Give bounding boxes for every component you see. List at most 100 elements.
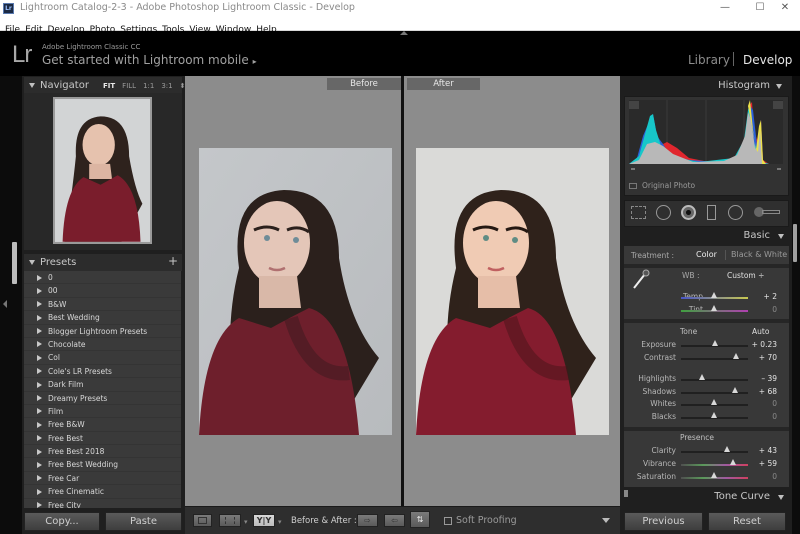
preset-folder[interactable]: Blogger Lightroom Presets [24,325,181,338]
blacks-value[interactable]: 0 [737,412,777,421]
preset-folder[interactable]: Chocolate [24,338,181,352]
expand-arrow-icon [37,395,42,402]
top-panel-toggle-icon[interactable] [400,31,408,35]
red-eye-tool-icon[interactable] [681,205,696,220]
histogram-title[interactable]: Histogram [680,80,770,91]
preset-folder[interactable]: 0 [24,271,181,285]
copy-settings-button[interactable]: Copy... [24,512,100,531]
minimize-button[interactable]: — [710,0,740,17]
preset-folder[interactable]: Free Cinematic [24,485,181,499]
treatment-bw-option[interactable]: Black & White [731,250,787,259]
white-balance-eyedropper-icon[interactable] [631,268,651,290]
exposure-slider-thumb[interactable] [712,340,719,346]
preset-folder[interactable]: Col [24,351,181,365]
left-panel-toggle-icon[interactable] [3,300,7,308]
add-preset-icon[interactable]: + [168,253,178,270]
whites-value[interactable]: 0 [737,399,777,408]
before-after-view-button[interactable] [219,514,241,527]
zoom-fill[interactable]: FILL [122,82,136,90]
original-photo-checkbox[interactable] [629,183,637,189]
after-photo[interactable] [416,148,609,435]
close-button[interactable]: ✕ [770,0,800,17]
preset-folder[interactable]: Free City [24,499,181,508]
preset-folder[interactable]: Free Best Wedding [24,458,181,472]
tone-label: Tone [680,327,698,336]
spot-removal-tool-icon[interactable] [656,205,671,220]
crop-overlay-tool-icon[interactable] [631,206,646,219]
exposure-value[interactable]: + 0.23 [737,340,777,349]
preset-folder[interactable]: Free Best [24,432,181,446]
presets-header[interactable]: Presets + [24,254,182,271]
radial-filter-tool-icon[interactable] [728,205,743,220]
module-develop[interactable]: Develop [743,53,792,67]
view-dropdown-icon[interactable]: ▾ [244,518,248,526]
preset-folder[interactable]: Free Best 2018 [24,445,181,459]
swap-before-after-button[interactable]: ⇅ [410,511,430,528]
yy-side-by-side-button[interactable]: Y|Y [253,514,275,527]
module-library[interactable]: Library [688,53,730,67]
loupe-view-button[interactable] [193,514,212,527]
highlight-clipping-icon[interactable] [773,101,783,109]
collapse-triangle-icon[interactable] [778,234,784,239]
preset-folder[interactable]: B&W [24,298,181,312]
tint-slider-thumb[interactable] [711,305,717,311]
yy-dropdown-icon[interactable]: ▾ [278,518,282,526]
window-titlebar: Lr Lightroom Catalog-2-3 - Adobe Photosh… [0,0,800,17]
before-photo[interactable] [199,148,392,435]
tone-curve-title[interactable]: Tone Curve [680,491,770,502]
clarity-slider-thumb[interactable] [724,446,731,452]
shadow-clipping-icon[interactable] [629,101,639,109]
toolbar-menu-icon[interactable] [602,518,610,523]
highlights-value[interactable]: – 39 [737,374,777,383]
previous-button[interactable]: Previous [624,512,703,531]
get-started-link[interactable]: Get started with Lightroom mobile ▸ [42,53,257,67]
preset-folder[interactable]: Free B&W [24,418,181,432]
saturation-value[interactable]: 0 [737,472,777,481]
contrast-value[interactable]: + 70 [737,353,777,362]
preset-folder[interactable]: Dreamy Presets [24,392,181,405]
collapse-triangle-icon[interactable] [778,495,784,500]
saturation-slider-thumb[interactable] [711,472,717,478]
left-panel-scrollbar[interactable] [12,242,17,284]
zoom-fit[interactable]: FIT [103,82,115,90]
vibrance-value[interactable]: + 59 [737,459,777,468]
copy-before-to-after-button[interactable]: ⇨ [357,514,378,527]
basic-title[interactable]: Basic [680,230,770,241]
wb-preset-dropdown[interactable]: Custom ÷ [727,271,764,280]
histogram-graph[interactable] [629,100,783,164]
preset-folder[interactable]: 00 [24,284,181,298]
reset-button[interactable]: Reset [708,512,786,531]
blacks-slider-thumb[interactable] [711,412,717,418]
tint-value[interactable]: 0 [737,305,777,314]
adjustment-brush-tool-icon[interactable] [754,206,780,218]
zoom-3-1[interactable]: 3:1 [161,82,172,90]
navigator-header[interactable]: Navigator FIT FILL 1:1 3:1 ⬍ [24,77,185,94]
loupe-view-icon [198,517,207,524]
highlights-slider-thumb[interactable] [698,374,705,380]
panel-switch-icon[interactable] [624,490,628,497]
soft-proofing-checkbox[interactable] [444,517,452,525]
preset-folder[interactable]: Dark Film [24,378,181,392]
paste-settings-button[interactable]: Paste [105,512,182,531]
preset-folder[interactable]: Cole's LR Presets [24,365,181,379]
graduated-filter-tool-icon[interactable] [707,205,716,220]
shadows-value[interactable]: + 68 [737,387,777,396]
zoom-1-1[interactable]: 1:1 [143,82,154,90]
copy-after-to-before-button[interactable]: ⇦ [384,514,405,527]
clarity-value[interactable]: + 43 [737,446,777,455]
temp-value[interactable]: + 2 [737,292,777,301]
navigator-thumbnail[interactable] [53,97,152,244]
histogram-chart [629,100,769,164]
expand-arrow-icon [37,368,42,375]
preset-folder[interactable]: Free Car [24,472,181,486]
vibrance-slider-thumb[interactable] [729,459,736,465]
treatment-color-option[interactable]: Color [696,250,717,259]
temp-slider-thumb[interactable] [711,292,717,298]
right-panel-scrollbar[interactable] [793,224,797,262]
collapse-triangle-icon[interactable] [776,84,782,89]
preset-folder[interactable]: Film [24,405,181,419]
saturation-label: Saturation [636,472,676,481]
preset-folder[interactable]: Best Wedding [24,311,181,325]
whites-slider-thumb[interactable] [711,399,717,405]
auto-tone-button[interactable]: Auto [752,327,769,336]
